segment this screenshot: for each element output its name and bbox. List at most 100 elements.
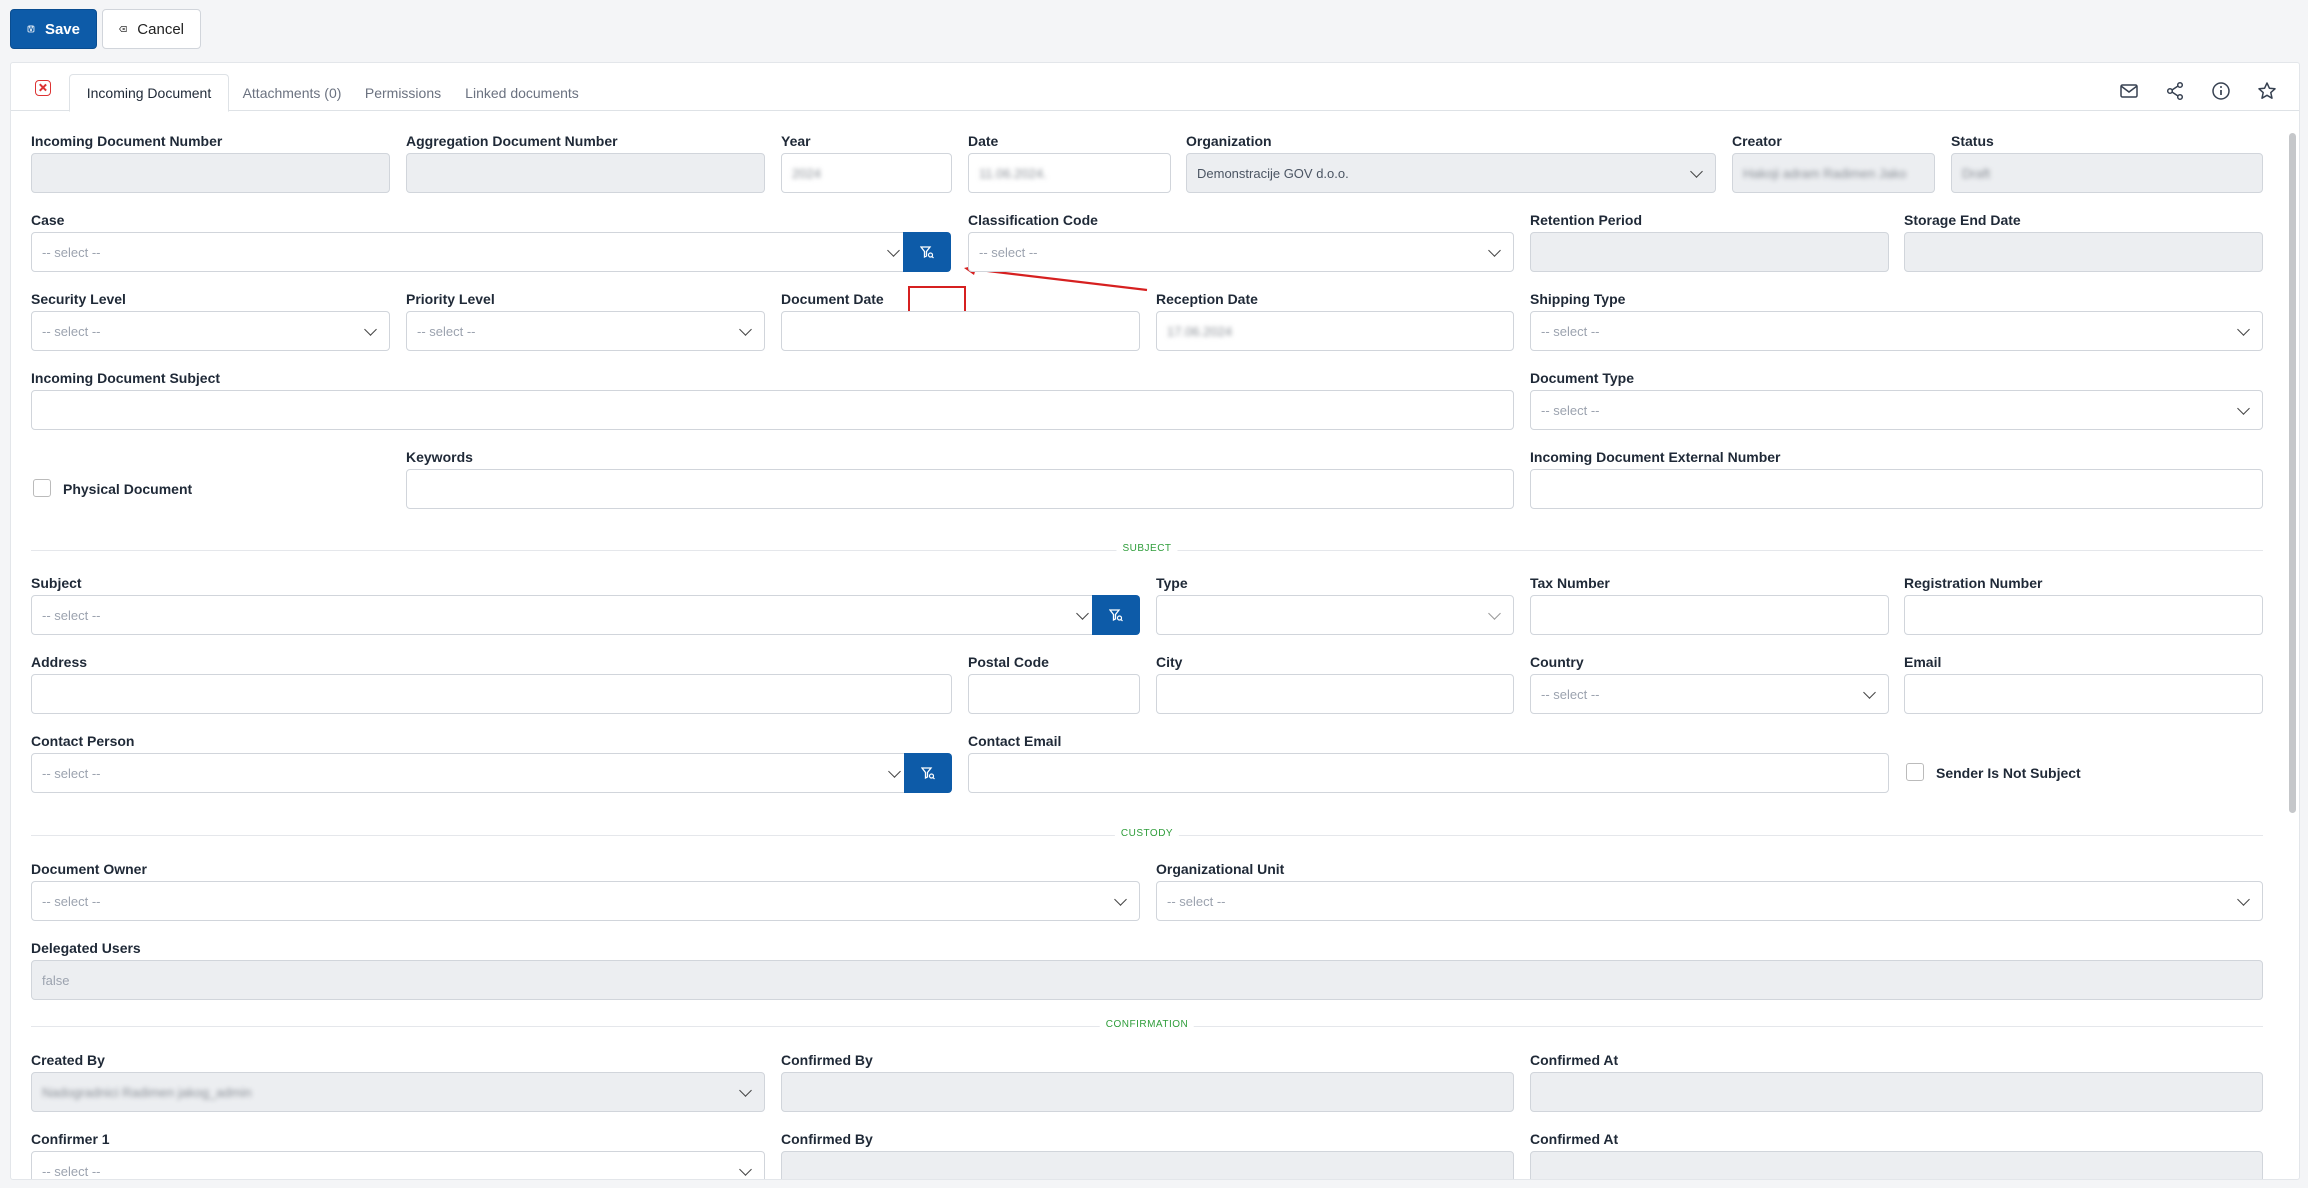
confirmed-at-2-label: Confirmed At: [1530, 1131, 1619, 1147]
tax-number-field[interactable]: [1530, 595, 1889, 635]
created-by-value: Nadogradnici Radimen jakog_admin: [42, 1084, 252, 1100]
physical-document-label: Physical Document: [63, 481, 193, 497]
chevron-down-icon: [887, 244, 900, 257]
confirmed-at-field: [1530, 1072, 2263, 1112]
case-placeholder: -- select --: [42, 244, 101, 260]
custody-section-title: CUSTODY: [1114, 828, 1180, 839]
postal-code-field[interactable]: [968, 674, 1140, 714]
top-toolbar: Save Cancel: [0, 0, 2308, 60]
confirmer-1-select[interactable]: -- select --: [31, 1151, 765, 1179]
date-field[interactable]: 11.06.2024.: [968, 153, 1171, 193]
document-card: Incoming Document Attachments (0) Permis…: [10, 62, 2300, 1180]
retention-period-label: Retention Period: [1530, 212, 1643, 228]
incoming-doc-number-field: [31, 153, 390, 193]
confirmed-by-2-label: Confirmed By: [781, 1131, 873, 1147]
confirmation-section-title: CONFIRMATION: [1099, 1019, 1195, 1030]
filter-search-icon: [921, 767, 935, 780]
contact-person-select[interactable]: -- select --: [31, 753, 914, 793]
priority-level-select[interactable]: -- select --: [406, 311, 765, 351]
shipping-type-placeholder: -- select --: [1541, 323, 1600, 339]
security-level-label: Security Level: [31, 291, 126, 307]
case-select[interactable]: -- select --: [31, 232, 913, 272]
year-field[interactable]: 2024: [781, 153, 952, 193]
type-label: Type: [1156, 575, 1188, 591]
shipping-type-select[interactable]: -- select --: [1530, 311, 2263, 351]
status-value: Draft: [1962, 165, 1991, 181]
chevron-down-icon: [1488, 607, 1501, 620]
creator-value: Hakoji adram Radimen Jako: [1743, 165, 1907, 181]
aggregation-doc-number-label: Aggregation Document Number: [406, 133, 618, 149]
subject-search-button[interactable]: [1092, 595, 1140, 635]
confirmation-section-divider: CONFIRMATION: [31, 1019, 2263, 1030]
chevron-down-icon: [1114, 893, 1127, 906]
organizational-unit-select[interactable]: -- select --: [1156, 881, 2263, 921]
chevron-down-icon: [1863, 686, 1876, 699]
case-search-button[interactable]: [903, 232, 951, 272]
case-label: Case: [31, 212, 65, 228]
keywords-field[interactable]: [406, 469, 1514, 509]
status-label: Status: [1951, 133, 1994, 149]
registration-number-field[interactable]: [1904, 595, 2263, 635]
country-select[interactable]: -- select --: [1530, 674, 1889, 714]
security-level-select[interactable]: -- select --: [31, 311, 390, 351]
city-field[interactable]: [1156, 674, 1514, 714]
date-label: Date: [968, 133, 999, 149]
document-type-select[interactable]: -- select --: [1530, 390, 2263, 430]
incoming-doc-subject-field[interactable]: [31, 390, 1514, 430]
organization-select[interactable]: Demonstracije GOV d.o.o.: [1186, 153, 1716, 193]
creator-label: Creator: [1732, 133, 1782, 149]
classification-code-select[interactable]: -- select --: [968, 232, 1514, 272]
contact-email-label: Contact Email: [968, 733, 1062, 749]
date-value: 11.06.2024.: [979, 165, 1047, 181]
organization-value: Demonstracije GOV d.o.o.: [1197, 165, 1349, 181]
subject-section-divider: SUBJECT: [31, 543, 2263, 554]
cancel-label: Cancel: [137, 20, 184, 38]
address-field[interactable]: [31, 674, 952, 714]
chevron-down-icon: [739, 1084, 752, 1097]
sender-is-not-subject-label: Sender Is Not Subject: [1936, 765, 2081, 781]
organization-label: Organization: [1186, 133, 1272, 149]
confirmer-1-placeholder: -- select --: [42, 1163, 101, 1179]
registration-number-label: Registration Number: [1904, 575, 2043, 591]
confirmed-by-2-field: [781, 1151, 1514, 1179]
cancel-button[interactable]: Cancel: [102, 9, 201, 49]
year-value: 2024: [792, 165, 821, 181]
classification-code-placeholder: -- select --: [979, 244, 1038, 260]
confirmed-by-label: Confirmed By: [781, 1052, 873, 1068]
security-level-placeholder: -- select --: [42, 323, 101, 339]
cancel-icon: [119, 26, 127, 32]
document-date-field[interactable]: [781, 311, 1140, 351]
custody-section-divider: CUSTODY: [31, 828, 2263, 839]
confirmed-at-2-field: [1530, 1151, 2263, 1179]
delegated-users-field: false: [31, 960, 2263, 1000]
document-date-label: Document Date: [781, 291, 884, 307]
reception-date-field[interactable]: 17.06.2024: [1156, 311, 1514, 351]
document-owner-select[interactable]: -- select --: [31, 881, 1140, 921]
sender-is-not-subject-checkbox[interactable]: [1906, 763, 1924, 781]
incoming-doc-external-number-field[interactable]: [1530, 469, 2263, 509]
chevron-down-icon: [1488, 244, 1501, 257]
chevron-down-icon: [888, 765, 901, 778]
created-by-select[interactable]: Nadogradnici Radimen jakog_admin: [31, 1072, 765, 1112]
chevron-down-icon: [1690, 165, 1703, 178]
confirmer-1-label: Confirmer 1: [31, 1131, 110, 1147]
subject-label: Subject: [31, 575, 82, 591]
incoming-doc-subject-label: Incoming Document Subject: [31, 370, 221, 386]
subject-select[interactable]: -- select --: [31, 595, 1102, 635]
physical-document-checkbox[interactable]: [33, 479, 51, 497]
type-select[interactable]: [1156, 595, 1514, 635]
tax-number-label: Tax Number: [1530, 575, 1610, 591]
priority-level-placeholder: -- select --: [417, 323, 476, 339]
save-button[interactable]: Save: [10, 9, 97, 49]
shipping-type-label: Shipping Type: [1530, 291, 1626, 307]
document-type-placeholder: -- select --: [1541, 402, 1600, 418]
contact-person-label: Contact Person: [31, 733, 135, 749]
reception-date-value: 17.06.2024: [1167, 323, 1233, 339]
contact-email-field[interactable]: [968, 753, 1889, 793]
contact-person-placeholder: -- select --: [42, 765, 101, 781]
email-field[interactable]: [1904, 674, 2263, 714]
keywords-label: Keywords: [406, 449, 473, 465]
confirmed-by-field: [781, 1072, 1514, 1112]
aggregation-doc-number-field: [406, 153, 765, 193]
contact-person-search-button[interactable]: [904, 753, 952, 793]
